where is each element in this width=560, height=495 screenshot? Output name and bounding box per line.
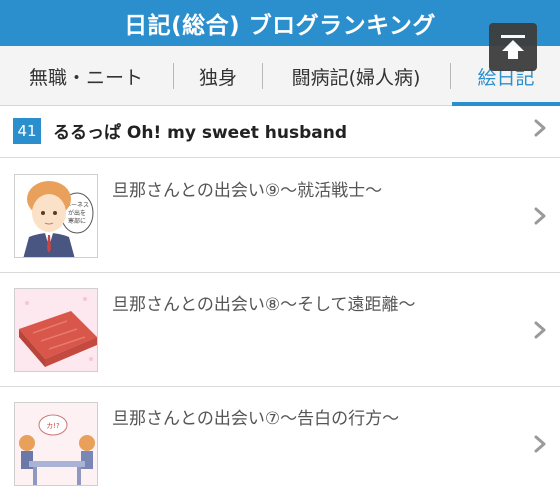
chevron-right-icon bbox=[534, 207, 546, 225]
entry-thumbnail bbox=[14, 288, 98, 372]
illustration-pink-blanket-icon bbox=[15, 289, 97, 371]
entry-title[interactable]: 旦那さんとの出会い⑨〜就活戦士〜 bbox=[112, 176, 382, 201]
illustration-man-in-suit-icon: ホーネス が出を 寒部に bbox=[15, 175, 97, 257]
entry-thumbnail: ホーネス が出を 寒部に bbox=[14, 174, 98, 258]
illustration-couple-at-table-icon: カ!? bbox=[15, 403, 97, 485]
chevron-right-icon bbox=[534, 435, 546, 453]
chevron-right-icon bbox=[534, 321, 546, 339]
svg-text:が出を: が出を bbox=[68, 209, 86, 217]
tab-unemployed-neet[interactable]: 無職・ニート bbox=[0, 46, 172, 106]
entry-title[interactable]: 旦那さんとの出会い⑧〜そして遠距離〜 bbox=[112, 290, 416, 315]
page-title: 日記(総合) ブログランキング bbox=[124, 13, 436, 39]
category-tabs: 無職・ニート 独身 闘病記(婦人病) 絵日記 bbox=[0, 46, 560, 106]
entry-thumbnail: カ!? bbox=[14, 402, 98, 486]
arrow-up-to-top-icon bbox=[501, 35, 525, 59]
tab-illness-diary[interactable]: 闘病記(婦人病) bbox=[263, 46, 449, 106]
entry-title[interactable]: 旦那さんとの出会い⑦〜告白の行方〜 bbox=[112, 404, 399, 429]
rank-badge: 41 bbox=[13, 118, 41, 144]
blog-title[interactable]: るるっぱ Oh! my sweet husband bbox=[53, 115, 347, 145]
app-header: 日記(総合) ブログランキング bbox=[0, 0, 560, 46]
chevron-right-icon bbox=[534, 119, 546, 137]
svg-text:寒部に: 寒部に bbox=[68, 217, 86, 225]
scroll-to-top-button[interactable] bbox=[489, 23, 537, 71]
tab-single[interactable]: 独身 bbox=[174, 46, 262, 106]
svg-text:カ!?: カ!? bbox=[46, 422, 60, 430]
tab-divider bbox=[450, 63, 451, 89]
